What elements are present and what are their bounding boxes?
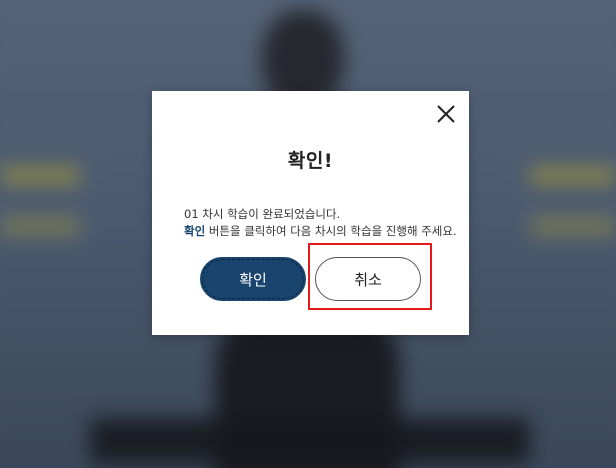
confirm-dialog: 확인! 01 차시 학습이 완료되었습니다. 확인 버튼을 클릭하여 다음 차시… xyxy=(152,91,469,335)
message-line-2-text: 버튼을 클릭하여 다음 차시의 학습을 진행해 주세요. xyxy=(205,224,457,238)
screen: 확인! 01 차시 학습이 완료되었습니다. 확인 버튼을 클릭하여 다음 차시… xyxy=(0,0,616,468)
confirm-button[interactable]: 확인 xyxy=(200,257,306,301)
close-icon xyxy=(437,105,455,123)
message-line-1: 01 차시 학습이 완료되었습니다. xyxy=(184,207,341,221)
message-highlight: 확인 xyxy=(184,224,206,238)
cancel-button[interactable]: 취소 xyxy=(315,257,421,301)
dialog-title: 확인! xyxy=(287,150,334,172)
close-button[interactable] xyxy=(435,103,457,125)
message-line-2: 확인 버튼을 클릭하여 다음 차시의 학습을 진행해 주세요. xyxy=(184,223,457,240)
dialog-message: 01 차시 학습이 완료되었습니다. 확인 버튼을 클릭하여 다음 차시의 학습… xyxy=(184,206,457,240)
